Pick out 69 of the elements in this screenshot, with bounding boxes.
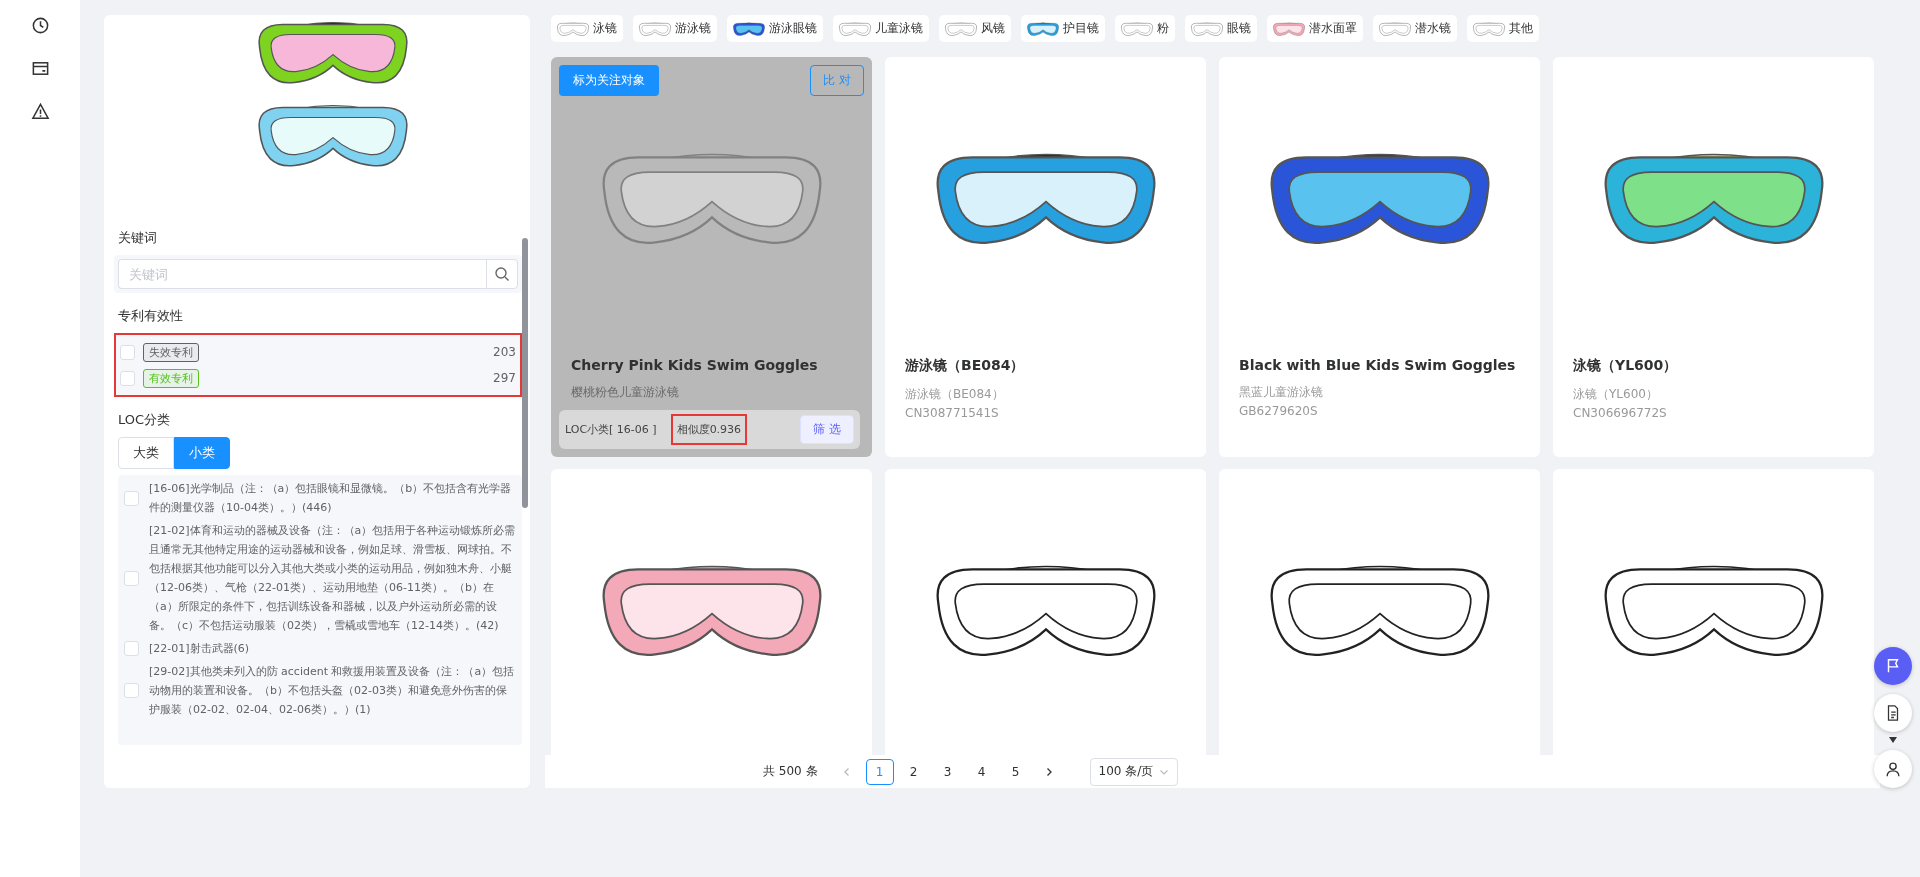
checkbox[interactable] [124, 570, 139, 586]
category-tab[interactable]: 粉 [1115, 15, 1175, 42]
page-button[interactable]: 2 [899, 758, 928, 785]
category-label[interactable]: [29-02]其他类未列入的防 accident 和救援用装置及设备（注：（a）包括动物用的装置和设备。（b）不包括头盔（02-03类）和避免意外伤害的保护服装（02-02、02-04、02-06类）。）(1) [149, 662, 516, 719]
caret-icon [1889, 737, 1897, 743]
total-count: 共 500 条 [763, 763, 818, 780]
checkbox[interactable] [124, 641, 139, 656]
category-tab[interactable]: 泳镜 [551, 15, 623, 42]
checkbox[interactable] [124, 490, 139, 506]
category-tab[interactable]: 潜水面罩 [1267, 15, 1363, 42]
patent-number: CN308771541S [904, 405, 1000, 422]
section-label: 专利有效性 [118, 307, 184, 325]
card-title: Cherry Pink Kids Swim Goggles [570, 357, 819, 373]
card-icon[interactable] [30, 59, 50, 78]
tab-label: 其他 [1509, 20, 1533, 37]
status-tag[interactable]: 失效专利 [143, 342, 199, 362]
section-label: 关键词 [118, 229, 158, 247]
category-tab[interactable]: 风镜 [939, 15, 1011, 42]
page-button[interactable]: 3 [933, 758, 962, 785]
page-button[interactable]: 4 [967, 758, 996, 785]
card-title: 泳镜（YL600） [1572, 357, 1679, 375]
loc-label: LOC小类[ 16-06 ] [565, 422, 657, 437]
category-tab[interactable]: 护目镜 [1021, 15, 1105, 42]
tab-label: 儿童泳镜 [875, 20, 923, 37]
checkbox[interactable] [124, 683, 139, 698]
checkbox[interactable] [120, 344, 135, 360]
tab-label: 粉 [1157, 20, 1169, 37]
checkbox[interactable] [120, 370, 135, 386]
search-icon [494, 266, 510, 282]
category-label[interactable]: [21-02]体育和运动的器械及设备（注：（a）包括用于各种运动锻炼所必需且通常无其他特定用途的运动器械和设备，例如足球、滑雪板、网球拍。不包括根据其他功能可以分入其他大类或小类的运动用品，例如独木舟、小艇（12-06类）、气枪（22-01类）、运动用地垫（06-11类）。（b）在（a）所限定的条件下，包括训练设备和器械，以及户外运动所必需的设备。（c）不包括运动服装（02类），雪橇或雪地车（12-14类）。(42) [149, 521, 516, 635]
category-tab[interactable]: 儿童泳镜 [833, 15, 929, 42]
card-subtitle: 泳镜（YL600） [1572, 386, 1659, 403]
patent-number: CN306696772S [1572, 405, 1668, 422]
tab-label: 眼镜 [1227, 20, 1251, 37]
tab-label: 泳镜 [593, 20, 617, 37]
category-tab[interactable]: 眼镜 [1185, 15, 1257, 42]
clock-icon[interactable] [30, 16, 50, 35]
card-subtitle: 游泳镜（BE084） [904, 386, 1005, 403]
card-subtitle: 黑蓝儿童游泳镜 [1238, 384, 1324, 401]
category-tab[interactable]: 游泳镜 [633, 15, 717, 42]
category-label[interactable]: [22-01]射击武器(6) [149, 639, 250, 658]
patent-number: GB6279620S [1238, 403, 1319, 420]
section-label: LOC分类 [118, 411, 172, 429]
tab-label: 风镜 [981, 20, 1005, 37]
toggle-button[interactable]: 大类 [118, 437, 174, 469]
card-subtitle: 樱桃粉色儿童游泳镜 [570, 384, 680, 401]
scrollbar[interactable] [522, 238, 528, 508]
category-label[interactable]: [16-06]光学制品（注：（a）包括眼镜和显微镜。（b）不包括含有光学器件的测量仪器（10-04类）。）(446) [149, 479, 516, 517]
tab-label: 游泳镜 [675, 20, 711, 37]
filter-button[interactable]: 筛 选 [800, 415, 854, 444]
count-label: 203 [493, 345, 516, 359]
category-tab[interactable]: 其他 [1467, 15, 1539, 42]
card-title: 游泳镜（BE084） [904, 357, 1026, 375]
tab-label: 护目镜 [1063, 20, 1099, 37]
count-label: 297 [493, 371, 516, 385]
category-tab[interactable]: 游泳眼镜 [727, 15, 823, 42]
user-icon [1884, 760, 1902, 778]
page-button[interactable]: 5 [1001, 758, 1030, 785]
page-size-select[interactable]: 100 条/页 [1089, 757, 1179, 786]
category-tab[interactable]: 潜水镜 [1373, 15, 1457, 42]
search-field[interactable]: 关键词 [118, 259, 486, 289]
tab-label: 潜水镜 [1415, 20, 1451, 37]
warning-icon[interactable] [30, 102, 50, 121]
select-value: 100 条/页 [1098, 763, 1154, 780]
tab-label: 游泳眼镜 [769, 20, 817, 37]
search-button[interactable] [486, 259, 518, 289]
card-title: Black with Blue Kids Swim Goggles [1238, 357, 1517, 373]
tab-label: 潜水面罩 [1309, 20, 1357, 37]
similarity-score: 相似度0.936 [670, 414, 748, 445]
